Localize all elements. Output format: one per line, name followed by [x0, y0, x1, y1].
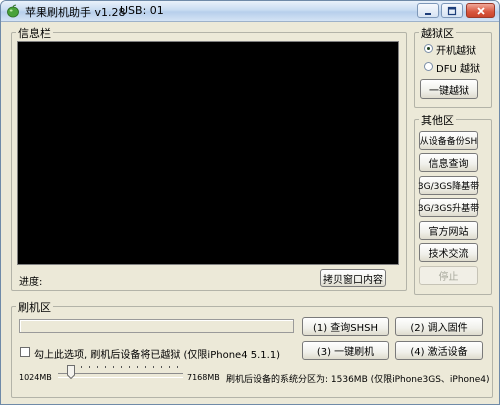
window-title: 苹果刷机助手 v1.28 — [25, 6, 126, 19]
slider-tick — [145, 366, 146, 368]
jailbreak-after-flash-label: 勾上此选项, 刷机后设备将已越狱 (仅限iPhone4 5.1.1) — [34, 350, 281, 361]
slider-tick — [177, 366, 178, 368]
jailbreak-after-flash-checkbox[interactable] — [20, 347, 30, 357]
slider-tick — [81, 366, 82, 368]
radio-dfu-jailbreak[interactable] — [424, 62, 433, 71]
one-click-flash-button[interactable]: (3) 一键刷机 — [302, 341, 389, 360]
copy-window-content-button[interactable]: 拷贝窗口内容 — [320, 269, 386, 287]
activate-device-button[interactable]: (4) 激活设备 — [395, 341, 483, 360]
app-leaf-icon — [7, 4, 19, 18]
official-site-button[interactable]: 官方网站 — [419, 221, 478, 240]
slider-max-label: 7168MB — [187, 373, 220, 382]
radio-dfu-jailbreak-label: DFU 越狱 — [436, 64, 480, 75]
minimize-icon — [425, 12, 431, 15]
slider-tick — [161, 366, 162, 368]
partition-slider-track[interactable] — [58, 373, 183, 378]
radio-boot-jailbreak[interactable] — [424, 44, 433, 53]
upgrade-baseband-button[interactable]: 3G/3GS升基带 — [418, 198, 479, 217]
radio-boot-jailbreak-label: 开机越狱 — [436, 46, 476, 57]
title-bar[interactable]: 苹果刷机助手 v1.28 USB: 01 — [1, 1, 499, 22]
close-button[interactable] — [466, 3, 495, 18]
stop-button[interactable]: 停止 — [419, 266, 478, 285]
slider-tick — [153, 366, 154, 368]
slider-tick — [113, 366, 114, 368]
downgrade-baseband-button[interactable]: 3G/3GS降基带 — [418, 176, 479, 195]
slider-tick — [89, 366, 90, 368]
slider-tick — [129, 366, 130, 368]
slider-tick — [169, 366, 170, 368]
info-console[interactable] — [17, 41, 399, 265]
slider-tick — [121, 366, 122, 368]
partition-slider-thumb[interactable] — [67, 365, 75, 379]
flash-progress-bar — [19, 319, 294, 333]
info-group-label: 信息栏 — [16, 25, 53, 41]
close-icon — [476, 6, 485, 15]
maximize-icon — [447, 6, 457, 15]
flash-group-label: 刷机区 — [16, 299, 53, 315]
progress-label: 进度: — [19, 277, 43, 288]
jailbreak-group-label: 越狱区 — [419, 25, 456, 41]
slider-tick — [105, 366, 106, 368]
usb-status: USB: 01 — [120, 4, 164, 17]
import-firmware-button[interactable]: (2) 调入固件 — [395, 317, 483, 336]
tech-exchange-button[interactable]: 技术交流 — [419, 243, 478, 262]
one-click-jailbreak-button[interactable]: 一键越狱 — [420, 79, 478, 99]
app-window: 苹果刷机助手 v1.28 USB: 01 信息栏 进度: 拷贝窗口内容 越狱区 … — [0, 0, 500, 405]
backup-shsh-button[interactable]: 从设备备份SH — [419, 131, 478, 150]
info-query-button[interactable]: 信息查询 — [419, 153, 478, 172]
other-group-label: 其他区 — [419, 112, 456, 128]
slider-tick — [137, 366, 138, 368]
partition-size-text: 刷机后设备的系统分区为: 1536MB (仅限iPhone3GS、iPhone4… — [226, 375, 490, 385]
radio-selected-dot — [427, 47, 430, 50]
slider-min-label: 1024MB — [19, 373, 52, 382]
query-shsh-button[interactable]: (1) 查询SHSH — [302, 317, 389, 336]
maximize-button[interactable] — [441, 3, 463, 18]
minimize-button[interactable] — [417, 3, 439, 18]
slider-tick — [97, 366, 98, 368]
